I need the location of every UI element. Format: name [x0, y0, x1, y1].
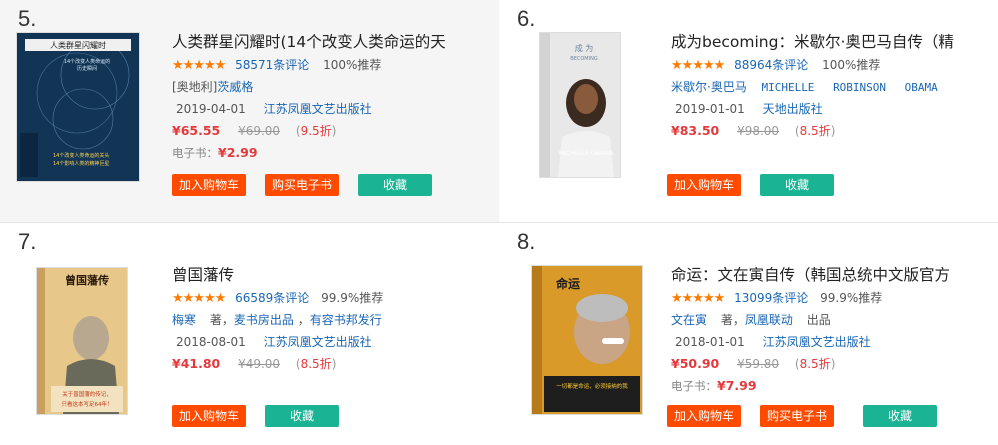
- publisher-link[interactable]: 天地出版社: [763, 102, 823, 116]
- discount: (9.5折): [295, 124, 337, 138]
- svg-text:只看这本写足64年！: 只看这本写足64年！: [62, 400, 113, 408]
- svg-text:14个改变人类命运的关头: 14个改变人类命运的关头: [53, 152, 109, 159]
- review-count[interactable]: 13099条评论: [734, 291, 808, 305]
- svg-text:14个影响人类的精神巨星: 14个影响人类的精神巨星: [53, 160, 109, 167]
- recommend-rate: 99.9%推荐: [820, 291, 883, 305]
- author-link[interactable]: 梅寒: [172, 313, 196, 327]
- book-title[interactable]: 曾国藩传: [172, 263, 492, 287]
- current-price: ¥83.50: [671, 123, 720, 138]
- producer-link[interactable]: 凤凰联动: [745, 313, 793, 327]
- recommend-rate: 99.9%推荐: [321, 291, 384, 305]
- current-price: ¥50.90: [671, 356, 720, 371]
- star-rating: ★★★★★: [172, 291, 226, 306]
- book-card: 7. 曾国藩传 关于曾国藩的传记， 只看这本写足64年！ 曾国藩传 ★★★★★ …: [0, 223, 499, 445]
- book-card: 5. 人类群星闪耀时 14个改变人类命运的 历史瞬间 14个改变人类命运的关头 …: [0, 0, 499, 222]
- book-card: 8. 命运 一切都是命运，必须接纳的我 命运：文在寅自传（韩国总统中文版官方 ★…: [499, 223, 998, 445]
- publisher-link[interactable]: 江苏凤凰文艺出版社: [763, 335, 871, 349]
- book-cover[interactable]: 成 为 BECOMING MICHELLE OBAMA: [539, 32, 621, 178]
- ebook-label: 电子书：: [172, 146, 218, 160]
- cover-art: 成 为 BECOMING MICHELLE OBAMA: [540, 33, 620, 177]
- publisher-link[interactable]: 江苏凤凰文艺出版社: [264, 102, 372, 116]
- favorite-button[interactable]: 收藏: [265, 405, 339, 427]
- svg-text:BECOMING: BECOMING: [570, 56, 598, 62]
- cover-art: 人类群星闪耀时 14个改变人类命运的 历史瞬间 14个改变人类命运的关头 14个…: [17, 33, 139, 181]
- publish-date: 2018-01-01: [675, 335, 745, 349]
- author-role: 著，: [209, 313, 234, 327]
- publish-date: 2018-08-01: [176, 335, 246, 349]
- buy-ebook-button[interactable]: 购买电子书: [265, 174, 339, 196]
- rank-number: 8.: [517, 229, 536, 254]
- producer-link[interactable]: 麦书房出品: [234, 313, 294, 327]
- separator: ，: [297, 313, 310, 327]
- review-count[interactable]: 88964条评论: [734, 58, 808, 72]
- author-role: 著，: [720, 313, 745, 327]
- add-to-cart-button[interactable]: 加入购物车: [667, 174, 741, 196]
- author-link[interactable]: MICHELLE: [761, 81, 814, 94]
- buy-ebook-button[interactable]: 购买电子书: [760, 405, 834, 427]
- discount: (8.5折): [295, 357, 337, 371]
- author-link[interactable]: OBAMA: [905, 81, 938, 94]
- book-card: 6. 成 为 BECOMING MICHELLE OBAMA 成为becomin…: [499, 0, 998, 222]
- author-link[interactable]: 米歇尔·奥巴马: [671, 80, 747, 94]
- cover-title: 曾国藩传: [65, 273, 109, 287]
- book-title[interactable]: 人类群星闪耀时(14个改变人类命运的天: [172, 30, 492, 54]
- publisher-link[interactable]: 江苏凤凰文艺出版社: [264, 335, 372, 349]
- cover-art: 命运 一切都是命运，必须接纳的我: [532, 266, 642, 414]
- book-cover[interactable]: 人类群星闪耀时 14个改变人类命运的 历史瞬间 14个改变人类命运的关头 14个…: [16, 32, 140, 182]
- favorite-button[interactable]: 收藏: [760, 174, 834, 196]
- add-to-cart-button[interactable]: 加入购物车: [172, 174, 246, 196]
- publish-date: 2019-04-01: [176, 102, 246, 116]
- review-count[interactable]: 58571条评论: [235, 58, 309, 72]
- favorite-button[interactable]: 收藏: [358, 174, 432, 196]
- publish-date: 2019-01-01: [675, 102, 745, 116]
- original-price: ¥69.00: [238, 124, 281, 138]
- review-count[interactable]: 66589条评论: [235, 291, 309, 305]
- cover-title: 人类群星闪耀时: [50, 40, 106, 50]
- rank-number: 6.: [517, 6, 536, 31]
- original-price: ¥98.00: [737, 124, 780, 138]
- author-link[interactable]: 茨威格: [217, 80, 253, 94]
- book-title[interactable]: 成为becoming：米歇尔·奥巴马自传（精: [671, 30, 991, 54]
- rank-number: 5.: [18, 6, 37, 31]
- svg-text:一切都是命运，必须接纳的我: 一切都是命运，必须接纳的我: [556, 382, 628, 390]
- add-to-cart-button[interactable]: 加入购物车: [667, 405, 741, 427]
- cover-art: 曾国藩传 关于曾国藩的传记， 只看这本写足64年！: [37, 268, 127, 414]
- ebook-price: ¥2.99: [218, 145, 258, 160]
- author-link[interactable]: 文在寅: [671, 313, 707, 327]
- producer-role: 出品: [806, 313, 831, 327]
- recommend-rate: 100%推荐: [323, 58, 382, 72]
- svg-text:14个改变人类命运的: 14个改变人类命运的: [64, 58, 110, 65]
- author-country: [奥地利]: [172, 80, 218, 94]
- original-price: ¥59.80: [737, 357, 780, 371]
- distributor-link[interactable]: 有容书邦发行: [310, 313, 382, 327]
- current-price: ¥41.80: [172, 356, 221, 371]
- original-price: ¥49.00: [238, 357, 281, 371]
- star-rating: ★★★★★: [671, 291, 725, 306]
- star-rating: ★★★★★: [671, 58, 725, 73]
- ebook-label: 电子书：: [671, 379, 717, 393]
- author-link[interactable]: ROBINSON: [833, 81, 886, 94]
- ebook-price: ¥7.99: [717, 378, 757, 393]
- add-to-cart-button[interactable]: 加入购物车: [172, 405, 246, 427]
- svg-text:历史瞬间: 历史瞬间: [77, 65, 97, 72]
- star-rating: ★★★★★: [172, 58, 226, 73]
- book-cover[interactable]: 命运 一切都是命运，必须接纳的我: [531, 265, 643, 415]
- current-price: ¥65.55: [172, 123, 221, 138]
- cover-author: MICHELLE OBAMA: [559, 150, 614, 157]
- discount: (8.5折): [794, 357, 836, 371]
- svg-text:关于曾国藩的传记，: 关于曾国藩的传记，: [62, 390, 112, 398]
- book-cover[interactable]: 曾国藩传 关于曾国藩的传记， 只看这本写足64年！: [36, 267, 128, 415]
- discount: (8.5折): [794, 124, 836, 138]
- recommend-rate: 100%推荐: [822, 58, 881, 72]
- favorite-button[interactable]: 收藏: [863, 405, 937, 427]
- rank-number: 7.: [18, 229, 37, 254]
- cover-title: 成 为: [575, 43, 594, 53]
- cover-title: 命运: [555, 276, 580, 291]
- book-title[interactable]: 命运：文在寅自传（韩国总统中文版官方: [671, 263, 991, 287]
